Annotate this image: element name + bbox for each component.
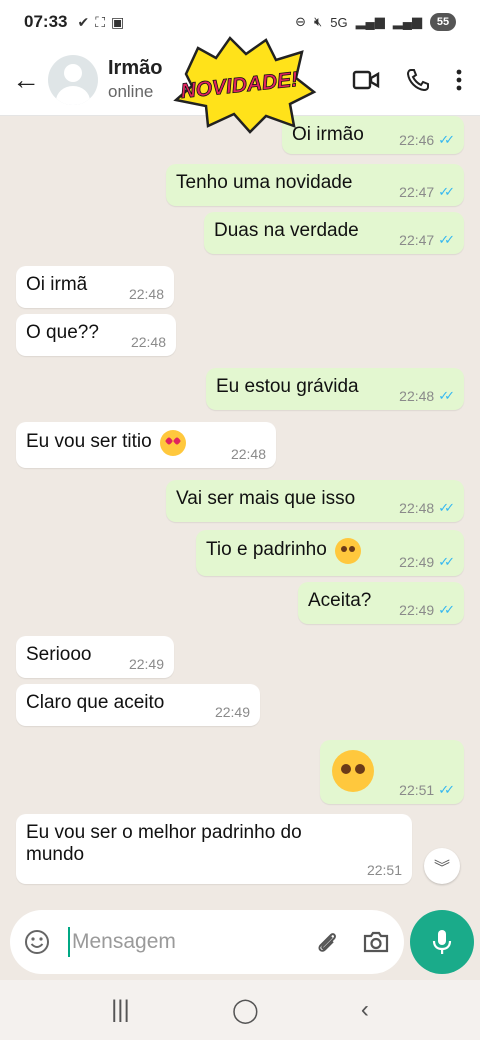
heart-eyes-emoji-icon bbox=[160, 430, 187, 456]
message-time: 22:47 bbox=[399, 184, 435, 200]
camera-icon[interactable] bbox=[362, 930, 390, 954]
mute-icon: 🔇︎ bbox=[314, 14, 323, 29]
message-bubble[interactable]: Vai ser mais que isso 22:48 ✓✓ bbox=[166, 480, 464, 522]
message-text-line2: mundo bbox=[26, 844, 85, 865]
message-bubble[interactable]: Oi irmã 22:48 bbox=[16, 266, 174, 308]
message-bubble[interactable]: Tenho uma novidade 22:47 ✓✓ bbox=[166, 164, 464, 206]
read-ticks-icon: ✓✓ bbox=[438, 602, 455, 617]
message-text: O que?? bbox=[26, 322, 99, 343]
status-icons-left: ✔ ⛶ ▣ bbox=[77, 14, 124, 31]
message-time: 22:48 bbox=[128, 286, 164, 302]
nav-back-icon[interactable]: ‹ bbox=[361, 996, 369, 1024]
read-ticks-icon: ✓✓ bbox=[438, 232, 455, 247]
message-text: Eu estou grávida bbox=[216, 376, 359, 397]
recent-apps-icon[interactable]: ||| bbox=[111, 996, 130, 1024]
attach-icon[interactable] bbox=[314, 929, 340, 955]
message-bubble[interactable]: O que?? 22:48 bbox=[16, 314, 176, 356]
message-input[interactable]: Mensagem bbox=[72, 930, 176, 954]
message-bubble[interactable]: Aceita? 22:49 ✓✓ bbox=[298, 582, 464, 624]
message-bubble[interactable]: Claro que aceito 22:49 bbox=[16, 684, 260, 726]
message-text: Eu vou ser titio bbox=[26, 431, 152, 453]
message-time: 22:48 bbox=[230, 446, 266, 462]
contact-info[interactable]: Irmão online bbox=[108, 57, 162, 102]
read-ticks-icon: ✓✓ bbox=[438, 782, 455, 797]
message-bubble[interactable]: Seriooo 22:49 bbox=[16, 636, 174, 678]
message-bubble[interactable]: Eu vou ser o melhor padrinho do mundo 22… bbox=[16, 814, 412, 884]
pleading-face-emoji-icon bbox=[332, 750, 374, 792]
voice-message-button[interactable] bbox=[410, 910, 474, 974]
text-cursor bbox=[68, 927, 70, 957]
message-time: 22:48 bbox=[399, 388, 435, 404]
header-actions bbox=[352, 68, 462, 92]
message-text: Duas na verdade bbox=[214, 220, 359, 241]
system-nav-bar: ||| ◯ ‹ bbox=[0, 980, 480, 1040]
read-ticks-icon: ✓✓ bbox=[438, 184, 455, 199]
message-text: Tenho uma novidade bbox=[176, 172, 353, 193]
message-text: Aceita? bbox=[308, 590, 372, 611]
message-time: 22:48 bbox=[399, 500, 435, 516]
message-list[interactable]: Oi irmão 22:46 ✓✓ Tenho uma novidade 22:4… bbox=[0, 116, 480, 906]
message-text-line1: Eu vou ser o melhor padrinho do bbox=[26, 822, 302, 843]
status-check-icon: ✔ bbox=[77, 13, 90, 30]
message-time: 22:49 bbox=[214, 704, 250, 720]
network-label: 5G bbox=[330, 14, 348, 30]
chevron-double-down-icon: ︾ bbox=[433, 860, 450, 877]
message-bubble[interactable]: 22:51 ✓✓ bbox=[320, 740, 464, 804]
message-text: Oi irmã bbox=[26, 274, 88, 295]
hand-over-mouth-emoji-icon bbox=[335, 538, 362, 564]
message-composer[interactable]: Mensagem bbox=[10, 910, 404, 974]
message-text: Vai ser mais que isso bbox=[176, 488, 356, 509]
read-ticks-icon: ✓✓ bbox=[438, 554, 455, 569]
message-text: Claro que aceito bbox=[26, 692, 165, 713]
message-time: 22:49 bbox=[399, 602, 435, 618]
novidade-sticker: NOVIDADE! bbox=[173, 36, 317, 134]
battery-icon: 55 bbox=[430, 13, 456, 31]
message-text: Tio e padrinho bbox=[206, 539, 327, 561]
message-bubble[interactable]: Duas na verdade 22:47 ✓✓ bbox=[204, 212, 464, 254]
screen-record-icon: ⛶ bbox=[95, 13, 106, 30]
read-ticks-icon: ✓✓ bbox=[438, 500, 455, 515]
screenshot-icon: ▣ bbox=[111, 13, 125, 30]
avatar[interactable] bbox=[48, 54, 98, 105]
contact-name: Irmão bbox=[108, 57, 163, 79]
microphone-icon bbox=[432, 930, 452, 954]
read-ticks-icon: ✓✓ bbox=[438, 132, 455, 147]
voice-call-icon[interactable] bbox=[406, 68, 430, 92]
scroll-down-button[interactable]: ︾ bbox=[424, 848, 460, 884]
message-bubble[interactable]: Tio e padrinho 22:49 ✓✓ bbox=[196, 530, 464, 576]
status-time: 07:33 bbox=[24, 12, 68, 31]
message-time: 22:51 bbox=[399, 782, 435, 798]
message-text: Seriooo bbox=[26, 644, 92, 665]
message-time: 22:49 bbox=[128, 656, 164, 672]
message-time: 22:49 bbox=[399, 554, 435, 570]
signal2-icon: ▂▄▆ bbox=[392, 14, 422, 29]
more-options-icon[interactable] bbox=[456, 69, 462, 91]
read-ticks-icon: ✓✓ bbox=[438, 388, 455, 403]
message-bubble[interactable]: Eu vou ser titio 22:48 bbox=[16, 422, 276, 468]
emoji-picker-icon[interactable] bbox=[24, 929, 50, 955]
home-icon[interactable]: ◯ bbox=[232, 996, 259, 1025]
message-bubble[interactable]: Eu estou grávida 22:48 ✓✓ bbox=[206, 368, 464, 410]
message-time: 22:51 bbox=[366, 862, 402, 878]
status-icons-right: ⊖ 🔇︎ 5G ▂▄▆ ▂▄▆ 55 bbox=[295, 13, 456, 31]
contact-status: online bbox=[108, 82, 154, 101]
dnd-icon: ⊖ bbox=[295, 14, 307, 29]
message-time: 22:48 bbox=[130, 334, 166, 350]
message-time: 22:47 bbox=[399, 232, 435, 248]
back-arrow-icon[interactable]: ← bbox=[6, 64, 46, 96]
video-call-icon[interactable] bbox=[352, 69, 380, 91]
composer-actions bbox=[314, 929, 390, 955]
signal-icon: ▂▄▆ bbox=[355, 14, 385, 29]
message-time: 22:46 bbox=[399, 132, 435, 148]
